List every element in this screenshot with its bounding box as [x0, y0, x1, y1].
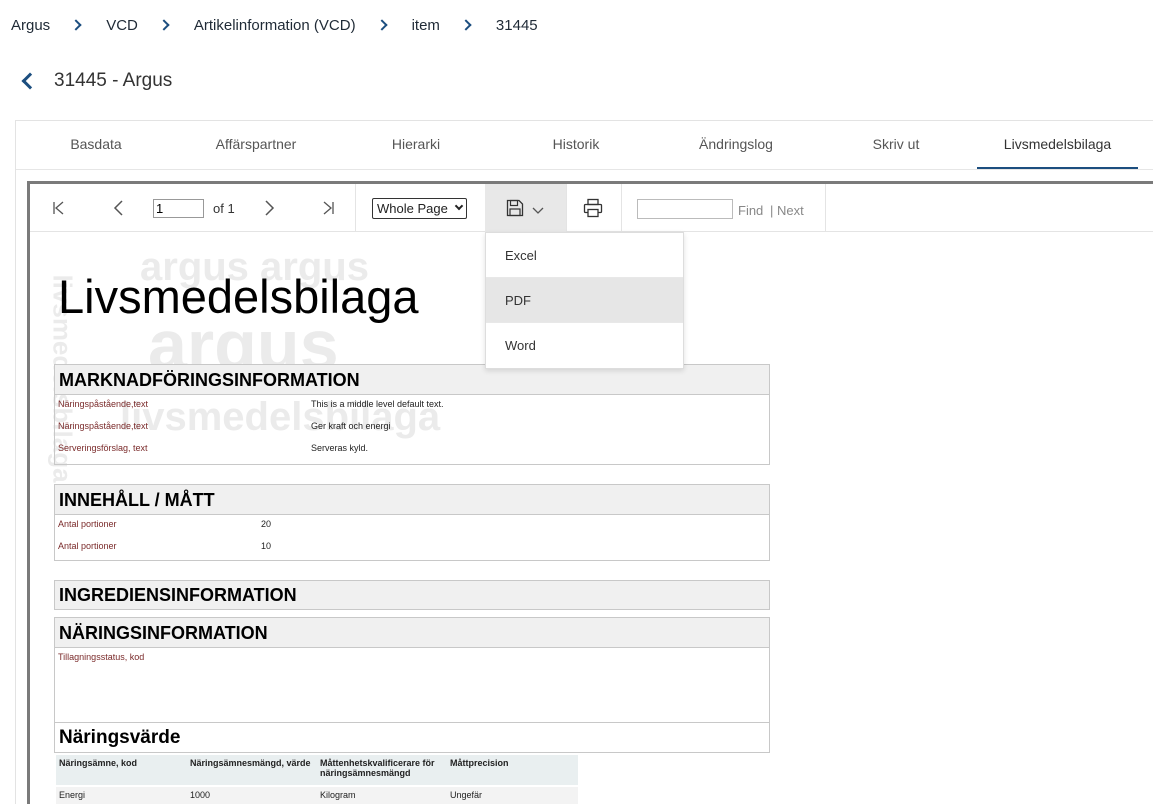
section-innehall: INNEHÅLL / MÅTT Antal portioner 20 Antal… — [54, 484, 770, 561]
find-next-label: Next — [777, 203, 804, 218]
table-row: Energi 1000 Kilogram Ungefär — [56, 787, 578, 804]
field-value: Ger kraft och energi — [311, 421, 391, 431]
table-header: Näringsämne, kod Näringsämnesmängd, värd… — [56, 755, 578, 785]
section-naringsvarde: Näringsvärde — [54, 722, 770, 753]
section-naringsinformation: NÄRINGSINFORMATION Tillagningsstatus, ko… — [54, 617, 770, 723]
field-label: Näringspåstående,text — [58, 421, 149, 431]
tab-hierarki[interactable]: Hierarki — [354, 121, 478, 169]
breadcrumb-item-artikelinformation[interactable]: Artikelinformation (VCD) — [194, 17, 356, 34]
find-separator: | — [770, 203, 774, 218]
list-item: Antal portioner 10 — [55, 537, 769, 559]
naringsvarde-table: Näringsämne, kod Näringsämnesmängd, värd… — [56, 755, 578, 804]
export-menu: Excel PDF Word — [485, 232, 684, 369]
last-page-icon — [323, 201, 334, 215]
field-label: Antal portioner — [58, 519, 117, 529]
field-value: Serveras kyld. — [311, 443, 369, 453]
save-icon — [506, 199, 524, 217]
export-button[interactable] — [485, 184, 566, 232]
first-page-icon — [53, 201, 64, 215]
toolbar-divider — [355, 184, 356, 232]
report-viewer: of 1 Whole Page — [27, 181, 1153, 804]
chevron-right-icon — [70, 19, 82, 31]
field-value: 20 — [261, 519, 272, 529]
breadcrumb-item-argus[interactable]: Argus — [11, 17, 50, 34]
chevron-down-icon — [532, 207, 544, 214]
field-label: Tillagningsstatus, kod — [58, 652, 145, 662]
breadcrumb-item-vcd[interactable]: VCD — [106, 17, 138, 34]
table-cell: Ungefär — [450, 790, 483, 800]
chevron-right-icon — [375, 19, 388, 31]
toolbar-divider — [621, 184, 622, 232]
chevron-left-icon — [113, 200, 123, 216]
field-label: Näringspåstående,text — [58, 399, 149, 409]
find-button[interactable]: Find — [738, 203, 763, 218]
find-next-button[interactable]: | Next — [770, 203, 804, 218]
list-item: Tillagningsstatus, kod — [55, 648, 769, 670]
zoom-select[interactable]: Whole Page — [372, 198, 467, 219]
field-value: 10 — [261, 541, 272, 551]
tab-livsmedelsbilaga[interactable]: Livsmedelsbilaga — [977, 121, 1138, 169]
section-title: MARKNADFÖRINGSINFORMATION — [55, 365, 769, 395]
report-title: Livsmedelsbilaga — [58, 270, 419, 323]
tab-skriv-ut[interactable]: Skriv ut — [834, 121, 958, 169]
page-count-label: of 1 — [213, 201, 235, 216]
column-header: Måttprecision — [450, 758, 509, 768]
export-word-item[interactable]: Word — [486, 323, 683, 368]
list-item: Näringspåstående,text Ger kraft och ener… — [55, 417, 769, 439]
section-title: Näringsvärde — [55, 723, 769, 752]
list-item: Näringspåstående,text This is a middle l… — [55, 395, 769, 417]
breadcrumb-item-item[interactable]: item — [412, 17, 440, 34]
page-title: 31445 - Argus — [54, 70, 173, 91]
section-ingrediens: INGREDIENSINFORMATION — [54, 580, 770, 610]
column-header: Måttenhetskvalificerare för näringsämnes… — [320, 758, 435, 778]
page-number-input[interactable] — [153, 199, 204, 218]
print-button[interactable] — [581, 194, 605, 222]
back-chevron-icon[interactable] — [21, 72, 39, 90]
section-title: INNEHÅLL / MÅTT — [55, 485, 769, 515]
section-title: INGREDIENSINFORMATION — [55, 581, 769, 609]
export-excel-item[interactable]: Excel — [486, 233, 683, 278]
tab-basdata[interactable]: Basdata — [34, 121, 158, 169]
section-marknadforing: MARKNADFÖRINGSINFORMATION Näringspåståen… — [54, 364, 770, 465]
chevron-down-icon — [454, 201, 464, 211]
printer-icon — [583, 198, 603, 218]
field-label: Antal portioner — [58, 541, 117, 551]
table-cell: 1000 — [190, 790, 211, 800]
section-title: NÄRINGSINFORMATION — [55, 618, 769, 648]
field-value: This is a middle level default text. — [311, 399, 444, 409]
field-label: Serveringsförslag, text — [58, 443, 148, 453]
table-cell: Energi — [59, 790, 86, 800]
previous-page-button[interactable] — [108, 194, 130, 222]
toolbar-divider — [566, 184, 567, 232]
page-header: 31445 - Argus — [18, 68, 172, 94]
chevron-right-icon — [265, 200, 275, 216]
find-input[interactable] — [637, 199, 733, 219]
breadcrumb-item-current: 31445 — [495, 16, 538, 34]
report-toolbar: of 1 Whole Page — [30, 184, 1153, 232]
tab-andringslog[interactable]: Ändringslog — [674, 121, 798, 169]
toolbar-divider — [825, 184, 826, 232]
chevron-right-icon — [158, 19, 170, 31]
first-page-button[interactable] — [48, 194, 70, 222]
column-header: Näringsämne, kod — [59, 758, 138, 768]
item-panel: Basdata Affärspartner Hierarki Historik … — [15, 120, 1153, 804]
next-page-button[interactable] — [258, 194, 280, 222]
list-item: Serveringsförslag, text Serveras kyld. — [55, 439, 769, 461]
chevron-right-icon — [460, 19, 472, 31]
last-page-button[interactable] — [317, 194, 339, 222]
breadcrumb: Argus VCD Artikelinformation (VCD) item … — [11, 15, 538, 35]
tab-affarspartner[interactable]: Affärspartner — [194, 121, 318, 169]
tab-historik[interactable]: Historik — [514, 121, 638, 169]
table-cell: Kilogram — [320, 790, 356, 800]
zoom-value: Whole Page — [377, 201, 448, 216]
export-pdf-item[interactable]: PDF — [486, 278, 683, 323]
column-header: Näringsämnesmängd, värde — [190, 758, 311, 768]
list-item: Antal portioner 20 — [55, 515, 769, 537]
tab-bar: Basdata Affärspartner Hierarki Historik … — [16, 121, 1153, 170]
